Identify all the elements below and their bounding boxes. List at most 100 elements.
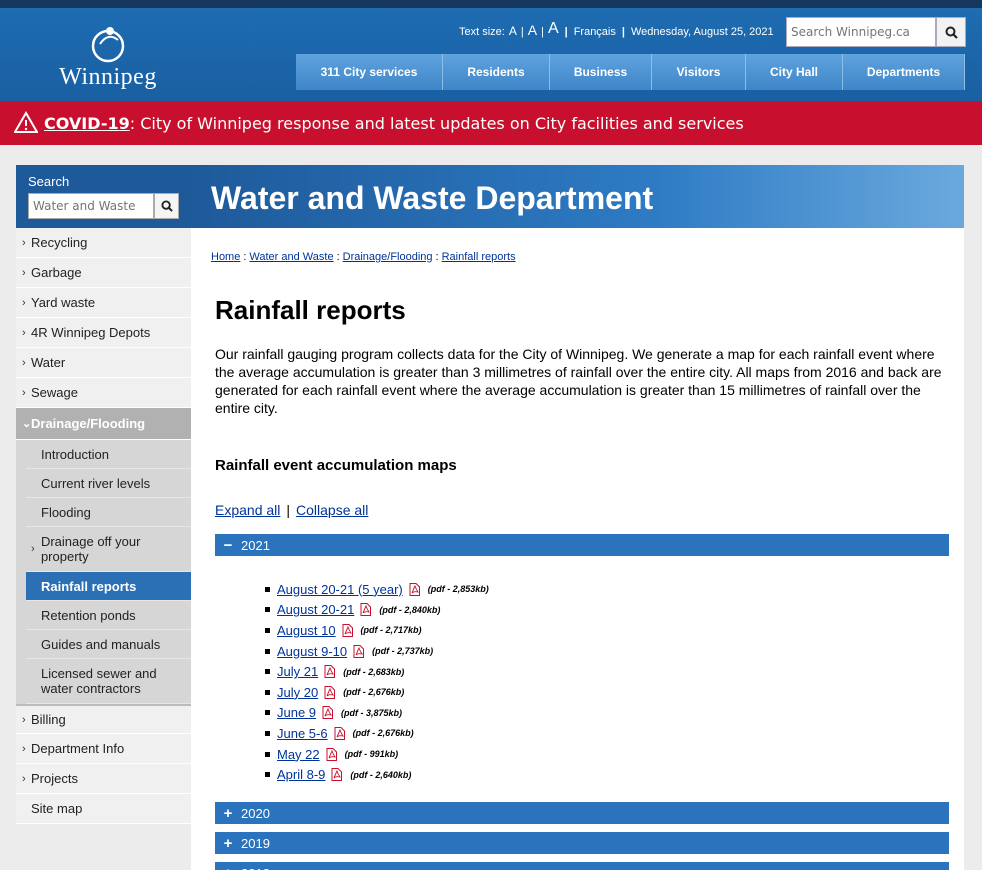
report-link[interactable]: April 8-9 <box>277 767 325 782</box>
report-link[interactable]: August 20-21 <box>277 602 354 617</box>
text-size-medium[interactable]: A <box>528 22 537 38</box>
minus-icon: − <box>223 536 233 554</box>
sidebar-item-water[interactable]: › Water <box>16 348 191 378</box>
submenu-item-introduction[interactable]: Introduction <box>26 440 191 469</box>
sidebar-search-label: Search <box>28 174 70 189</box>
sidebar-item-sewage[interactable]: › Sewage <box>16 378 191 408</box>
text-size-large[interactable]: A <box>548 20 559 38</box>
sidebar-item-projects[interactable]: › Projects <box>16 764 191 794</box>
report-link[interactable]: May 22 <box>277 747 320 762</box>
divider: | <box>541 26 544 38</box>
page-title: Rainfall reports <box>215 295 406 325</box>
sidebar-item-yard-waste[interactable]: › Yard waste <box>16 288 191 318</box>
breadcrumb: Home: Water and Waste: Drainage/Flooding: R… <box>211 251 516 263</box>
bullet <box>265 627 270 633</box>
file-size: (pdf - 2,683kb) <box>343 666 405 677</box>
submenu-item-rainfall-reports[interactable]: Rainfall reports <box>26 572 191 601</box>
accordion-2020[interactable]: + 2020 <box>215 802 949 824</box>
report-link[interactable]: July 21 <box>277 664 318 679</box>
chevron-right-icon: › <box>22 386 26 399</box>
nav-departments[interactable]: Departments <box>843 54 965 90</box>
covid-alert-bar: COVID-19 : City of Winnipeg response and… <box>0 101 982 145</box>
search-icon <box>160 200 173 212</box>
text-size-small[interactable]: A <box>509 24 517 38</box>
submenu-item-label: Drainage off your property <box>40 534 141 564</box>
nav-visitors[interactable]: Visitors <box>652 54 746 90</box>
nav-city-hall[interactable]: City Hall <box>746 54 843 90</box>
accordion-year: 2019 <box>241 835 270 851</box>
breadcrumb-separator: : <box>435 251 439 263</box>
file-size: (pdf - 2,640kb) <box>350 769 412 780</box>
expand-all-link[interactable]: Expand all <box>215 502 280 518</box>
sidebar-submenu: Introduction Current river levels Floodi… <box>16 440 191 704</box>
sidebar-item-drainage-flooding[interactable]: ⌄ Drainage/Flooding <box>16 408 191 440</box>
chevron-right-icon: › <box>31 542 35 555</box>
chevron-right-icon: › <box>22 326 26 339</box>
bullet <box>265 586 270 592</box>
accordion-2019[interactable]: + 2019 <box>215 832 949 854</box>
accordion-2021[interactable]: − 2021 <box>215 534 949 556</box>
sidebar-search-input[interactable] <box>28 193 154 219</box>
sidebar-item-label: Drainage/Flooding <box>31 416 146 431</box>
sidebar-item-department-info[interactable]: › Department Info <box>16 734 191 764</box>
sidebar-item-site-map[interactable]: Site map <box>16 794 191 824</box>
accordion-year: 2018 <box>241 866 270 870</box>
list-item: August 10 (pdf - 2,717kb) <box>263 620 489 641</box>
sidebar-item-label: Site map <box>31 801 83 816</box>
sidebar-search: Search <box>16 165 191 228</box>
nav-business[interactable]: Business <box>550 54 652 90</box>
breadcrumb-home[interactable]: Home <box>211 251 240 263</box>
sidebar: Search › Recycling › Garbage › Yard waste ›… <box>16 165 191 824</box>
submenu-item-drainage-off-property[interactable]: › Drainage off your property <box>26 527 191 572</box>
accordion-2018[interactable]: + 2018 <box>215 862 949 870</box>
alert-text: : City of Winnipeg response and latest u… <box>129 113 744 133</box>
pdf-icon <box>342 623 353 637</box>
submenu-item-flooding[interactable]: Flooding <box>26 498 191 527</box>
breadcrumb-water-and-waste[interactable]: Water and Waste <box>249 251 333 263</box>
list-item: August 20-21 (5 year) (pdf - 2,853kb) <box>263 579 489 600</box>
plus-icon: + <box>223 834 233 852</box>
report-link[interactable]: August 9-10 <box>277 644 347 659</box>
sidebar-search-button[interactable] <box>154 193 179 219</box>
submenu-item-guides-manuals[interactable]: Guides and manuals <box>26 630 191 659</box>
winnipeg-logo[interactable]: Winnipeg <box>48 22 168 98</box>
file-size: (pdf - 2,737kb) <box>372 646 434 657</box>
sidebar-item-label: Department Info <box>31 741 125 756</box>
current-date: Wednesday, August 25, 2021 <box>630 26 774 38</box>
pdf-icon <box>326 747 337 761</box>
submenu-item-licensed-contractors[interactable]: Licensed sewer and water contractors <box>26 659 191 704</box>
list-item: July 20 (pdf - 2,676kb) <box>263 682 489 703</box>
pdf-icon <box>334 726 345 740</box>
logo-wordmark: Winnipeg <box>59 64 157 90</box>
report-link[interactable]: August 20-21 (5 year) <box>277 582 403 597</box>
sidebar-item-recycling[interactable]: › Recycling <box>16 228 191 258</box>
sidebar-item-billing[interactable]: › Billing <box>16 704 191 734</box>
breadcrumb-drainage-flooding[interactable]: Drainage/Flooding <box>343 251 433 263</box>
breadcrumb-rainfall-reports[interactable]: Rainfall reports <box>442 251 516 263</box>
chevron-right-icon: › <box>22 742 26 755</box>
file-size: (pdf - 991kb) <box>344 749 399 760</box>
report-link[interactable]: July 20 <box>277 685 318 700</box>
expand-separator: | <box>286 502 291 518</box>
language-link[interactable]: Français <box>574 26 616 38</box>
submenu-item-retention-ponds[interactable]: Retention ponds <box>26 601 191 630</box>
report-link[interactable]: June 9 <box>277 705 316 720</box>
sidebar-item-garbage[interactable]: › Garbage <box>16 258 191 288</box>
sidebar-item-4r-depots[interactable]: › 4R Winnipeg Depots <box>16 318 191 348</box>
report-link[interactable]: June 5-6 <box>277 726 328 741</box>
sidebar-item-label: Recycling <box>31 235 88 250</box>
submenu-item-current-river-levels[interactable]: Current river levels <box>26 469 191 498</box>
nav-311-city-services[interactable]: 311 City services <box>296 54 443 90</box>
list-item: July 21 (pdf - 2,683kb) <box>263 661 489 682</box>
rainfall-report-list: August 20-21 (5 year) (pdf - 2,853kb) Augu… <box>263 579 489 785</box>
collapse-all-link[interactable]: Collapse all <box>296 502 368 518</box>
report-link[interactable]: August 10 <box>277 623 336 638</box>
list-item: August 9-10 (pdf - 2,737kb) <box>263 641 489 662</box>
nav-residents[interactable]: Residents <box>443 54 550 90</box>
list-item: June 9 (pdf - 3,875kb) <box>263 703 489 724</box>
site-search-input[interactable] <box>786 17 936 47</box>
site-search-button[interactable] <box>936 17 966 47</box>
covid-19-link[interactable]: COVID-19 <box>44 114 130 133</box>
main-content: Water and Waste Department Home: Water an… <box>191 165 964 870</box>
list-item: August 20-21 (pdf - 2,840kb) <box>263 600 489 621</box>
